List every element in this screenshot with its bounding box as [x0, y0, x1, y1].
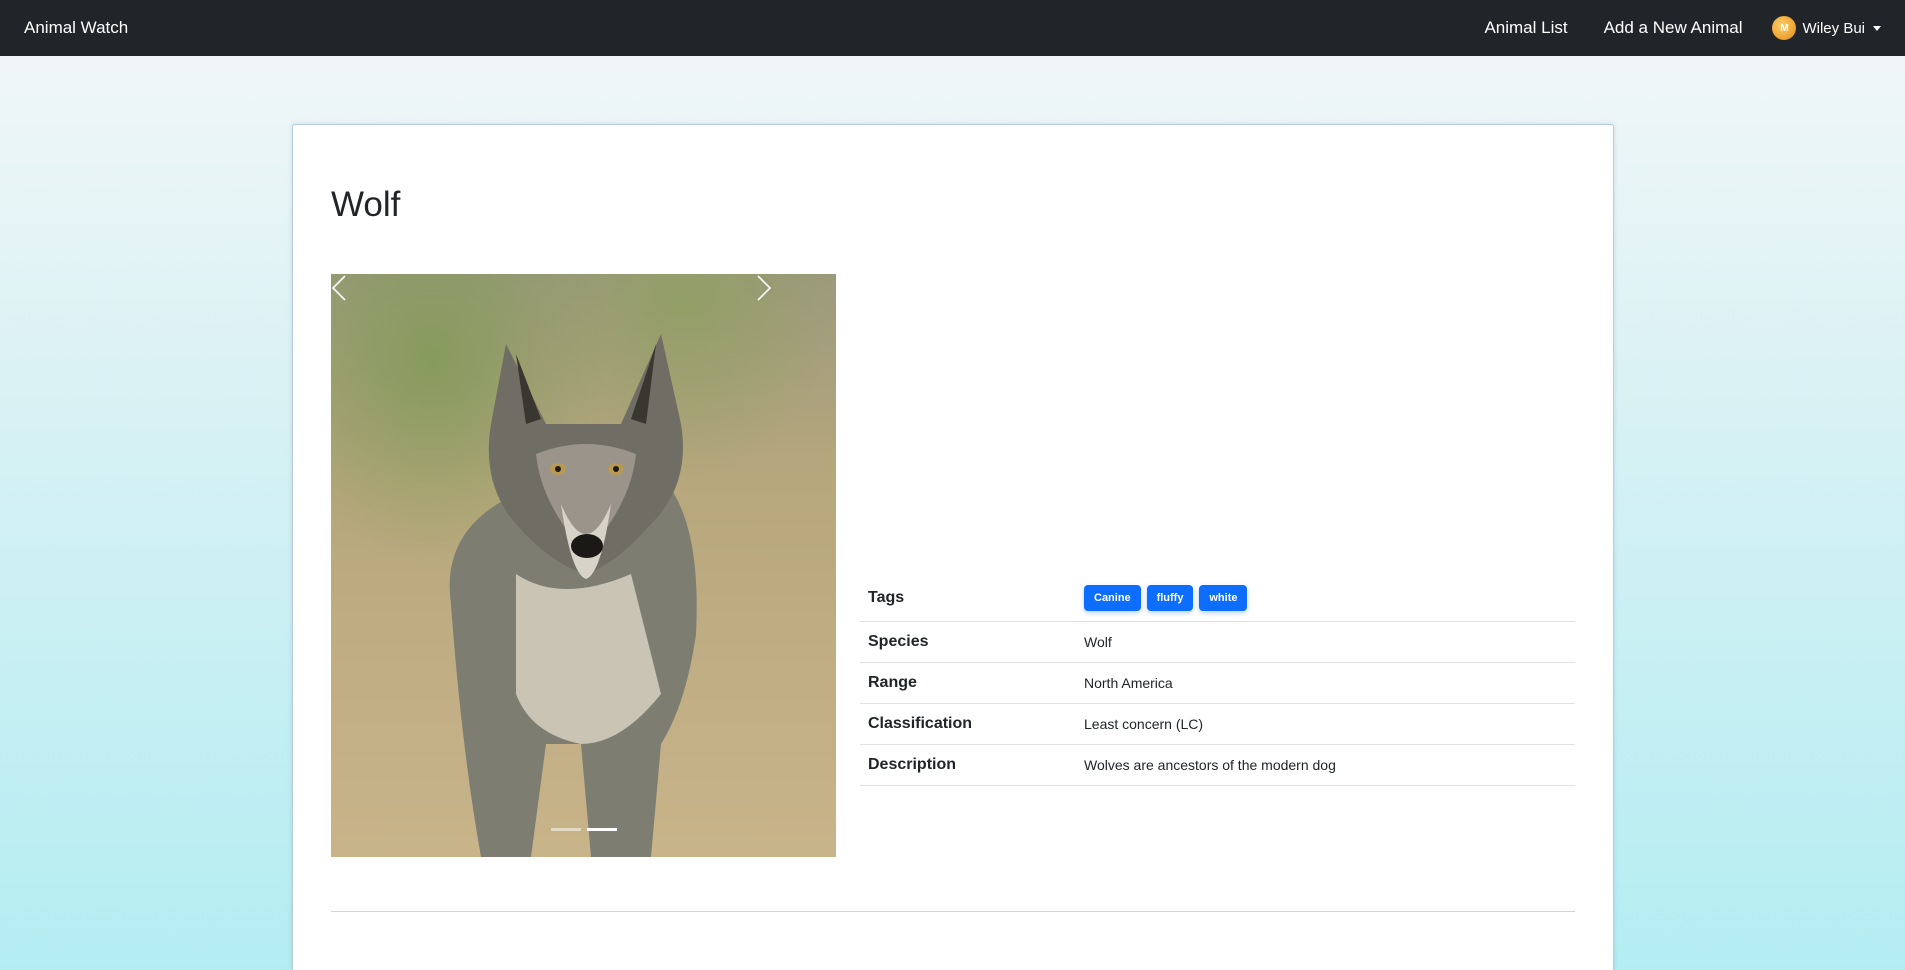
classification-value: Least concern (LC) [1076, 703, 1575, 745]
caret-down-icon [1873, 25, 1881, 31]
image-carousel [331, 274, 836, 857]
avatar: M [1772, 16, 1797, 40]
species-value: Wolf [1076, 621, 1575, 663]
carousel-prev-button[interactable] [331, 274, 411, 857]
user-menu-toggle[interactable]: M Wiley Bui [1772, 16, 1881, 40]
nav-animal-list-link[interactable]: Animal List [1484, 18, 1567, 38]
table-row: Range North America [860, 662, 1575, 704]
table-row: Classification Least concern (LC) [860, 703, 1575, 745]
description-label: Description [860, 744, 1076, 786]
user-name: Wiley Bui [1802, 19, 1865, 37]
carousel-indicator-2[interactable] [586, 828, 617, 831]
carousel-next-button[interactable] [756, 274, 836, 857]
description-value: Wolves are ancestors of the modern dog [1076, 744, 1575, 786]
page-title: Wolf [331, 185, 401, 224]
section-divider [331, 911, 1575, 912]
top-navbar: Animal Watch Animal List Add a New Anima… [0, 0, 1905, 56]
table-row: Description Wolves are ancestors of the … [860, 744, 1575, 786]
chevron-left-icon [331, 275, 346, 301]
tag-badge[interactable]: Canine [1084, 585, 1141, 612]
classification-label: Classification [860, 703, 1076, 745]
nav-links: Animal List Add a New Animal M Wiley Bui [1448, 0, 1881, 56]
tag-badge[interactable]: fluffy [1146, 585, 1194, 612]
range-label: Range [860, 662, 1076, 704]
carousel-indicator-1[interactable] [550, 828, 581, 831]
table-row: Tags Canine fluffy white [860, 576, 1575, 622]
brand-link[interactable]: Animal Watch [24, 18, 128, 38]
table-row: Species Wolf [860, 621, 1575, 663]
nav-add-animal-link[interactable]: Add a New Animal [1604, 18, 1743, 38]
tags-label: Tags [860, 576, 1076, 622]
animal-details-table: Tags Canine fluffy white Species Wolf Ra… [860, 576, 1575, 786]
species-label: Species [860, 621, 1076, 663]
carousel-indicators [331, 828, 836, 831]
animal-detail-card: Wolf Tags Canine fluffy white Species Wo… [292, 124, 1614, 970]
tag-badge[interactable]: white [1199, 585, 1248, 612]
tags-cell: Canine fluffy white [1076, 576, 1575, 622]
range-value: North America [1076, 662, 1575, 704]
chevron-right-icon [757, 275, 772, 301]
